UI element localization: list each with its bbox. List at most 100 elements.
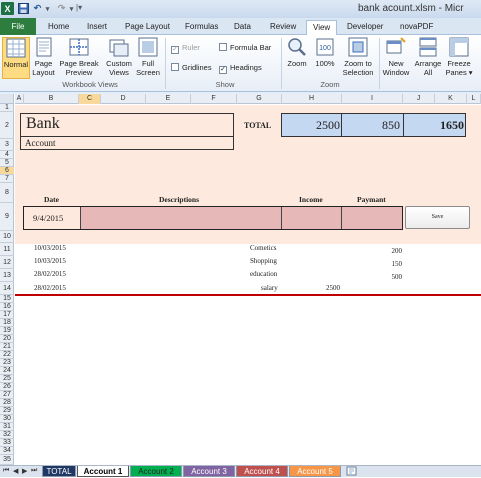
row-header[interactable]: 2 <box>0 112 14 139</box>
entry-description-input[interactable] <box>82 208 280 228</box>
headings-checkbox[interactable]: ✓ Headings <box>219 63 262 74</box>
row-header[interactable]: 29 <box>0 407 14 415</box>
row-header[interactable]: 8 <box>0 183 14 203</box>
select-all-corner[interactable] <box>0 94 14 104</box>
sheet-tab-account-4[interactable]: Account 4 <box>236 466 288 477</box>
new-window-button[interactable]: New Window <box>381 37 411 77</box>
total-balance[interactable]: 1650 <box>406 118 464 133</box>
column-header-e[interactable]: E <box>146 94 191 104</box>
record-description[interactable]: Cometics <box>250 244 276 252</box>
column-header-f[interactable]: F <box>191 94 237 104</box>
row-header[interactable]: 31 <box>0 423 14 431</box>
row-header[interactable]: 30 <box>0 415 14 423</box>
column-header-b[interactable]: B <box>24 94 79 104</box>
zoom-to-selection-button[interactable]: Zoom to Selection <box>340 37 376 77</box>
gridlines-checkbox[interactable]: Gridlines <box>171 63 212 72</box>
save-button[interactable]: Save <box>405 206 470 229</box>
record-payment[interactable]: 200 <box>380 247 403 255</box>
row-header[interactable]: 23 <box>0 359 14 367</box>
row-header[interactable]: 1 <box>0 104 14 112</box>
total-payment[interactable]: 850 <box>345 118 400 133</box>
entry-date-input[interactable]: 9/4/2015 <box>33 213 63 223</box>
zoom-100-button[interactable]: 100 100% <box>312 37 338 68</box>
row-header[interactable]: 10 <box>0 231 14 243</box>
row-header[interactable]: 21 <box>0 343 14 351</box>
row-header[interactable]: 7 <box>0 175 14 183</box>
excel-icon[interactable]: X <box>1 2 14 15</box>
sheet-tab-account-1[interactable]: Account 1 <box>77 466 129 477</box>
row-header[interactable]: 25 <box>0 375 14 383</box>
record-date[interactable]: 10/03/2015 <box>34 244 66 252</box>
insert-sheet-icon[interactable] <box>346 466 358 478</box>
row-header[interactable]: 18 <box>0 319 14 327</box>
save-icon[interactable] <box>17 2 30 15</box>
row-header[interactable]: 33 <box>0 439 14 447</box>
record-date[interactable]: 28/02/2015 <box>34 270 66 278</box>
tab-data[interactable]: Data <box>234 20 251 35</box>
column-header-c[interactable]: C <box>79 94 101 104</box>
record-income[interactable]: 2500 <box>318 284 340 292</box>
row-header[interactable]: 5 <box>0 159 14 167</box>
tab-developer[interactable]: Developer <box>347 20 383 35</box>
ruler-checkbox[interactable]: ✓ Ruler <box>171 43 200 54</box>
tab-insert[interactable]: Insert <box>87 20 107 35</box>
row-header[interactable]: 4 <box>0 151 14 159</box>
page-break-preview-button[interactable]: Page Break Preview <box>57 37 101 77</box>
column-header-h[interactable]: H <box>282 94 342 104</box>
sheet-tab-account-3[interactable]: Account 3 <box>183 466 235 477</box>
sheet-tab-account-2[interactable]: Account 2 <box>130 466 182 477</box>
total-label[interactable]: TOTAL <box>244 121 271 130</box>
column-header-k[interactable]: K <box>435 94 467 104</box>
bank-title[interactable]: Bank <box>26 115 60 133</box>
row-header[interactable]: 24 <box>0 367 14 375</box>
tab-file[interactable]: File <box>0 18 36 35</box>
total-income[interactable]: 2500 <box>290 118 340 133</box>
column-header-i[interactable]: I <box>342 94 403 104</box>
zoom-button[interactable]: Zoom <box>284 37 310 68</box>
row-header[interactable]: 20 <box>0 335 14 343</box>
row-header[interactable]: 17 <box>0 311 14 319</box>
sheet-tab-account-5[interactable]: Account 5 <box>289 466 341 477</box>
undo-dropdown-icon[interactable]: ▾ <box>41 2 54 15</box>
row-header[interactable]: 12 <box>0 256 14 269</box>
column-header-g[interactable]: G <box>237 94 282 104</box>
row-header[interactable]: 15 <box>0 295 14 303</box>
normal-view-button[interactable]: Normal <box>2 37 30 79</box>
sheet-tab-total[interactable]: TOTAL <box>42 466 76 477</box>
row-header[interactable]: 22 <box>0 351 14 359</box>
row-header[interactable]: 6 <box>0 167 14 175</box>
first-sheet-icon[interactable]: ⏮ <box>3 467 9 475</box>
row-header[interactable]: 3 <box>0 139 14 151</box>
record-description[interactable]: education <box>250 270 277 278</box>
freeze-panes-button[interactable]: Freeze Panes ▾ <box>444 37 474 77</box>
bank-subtitle[interactable]: Account <box>25 138 56 148</box>
record-description[interactable]: salary <box>261 284 278 292</box>
entry-income-input[interactable] <box>283 208 340 228</box>
record-date[interactable]: 10/03/2015 <box>34 257 66 265</box>
row-header[interactable]: 11 <box>0 243 14 256</box>
column-header-j[interactable]: J <box>403 94 435 104</box>
row-header[interactable]: 28 <box>0 399 14 407</box>
row-header[interactable]: 34 <box>0 447 14 455</box>
row-header[interactable]: 27 <box>0 391 14 399</box>
tab-page-layout[interactable]: Page Layout <box>125 20 170 35</box>
arrange-all-button[interactable]: Arrange All <box>413 37 443 77</box>
tab-formulas[interactable]: Formulas <box>185 20 218 35</box>
row-header[interactable]: 19 <box>0 327 14 335</box>
row-header[interactable]: 9 <box>0 203 14 231</box>
tab-home[interactable]: Home <box>48 20 69 35</box>
row-header[interactable]: 35 <box>0 455 14 465</box>
column-header-l[interactable]: L <box>467 94 481 104</box>
prev-sheet-icon[interactable]: ◀ <box>13 467 18 475</box>
tab-review[interactable]: Review <box>270 20 296 35</box>
full-screen-button[interactable]: Full Screen <box>135 37 161 77</box>
tab-view[interactable]: View <box>306 20 338 36</box>
row-header[interactable]: 26 <box>0 383 14 391</box>
row-header[interactable]: 13 <box>0 269 14 282</box>
page-layout-button[interactable]: Page Layout <box>31 37 56 77</box>
tab-novapdf[interactable]: novaPDF <box>400 20 433 35</box>
entry-payment-input[interactable] <box>343 208 402 228</box>
row-header[interactable]: 16 <box>0 303 14 311</box>
record-payment[interactable]: 150 <box>380 260 403 268</box>
column-header-a[interactable]: A <box>15 94 24 104</box>
